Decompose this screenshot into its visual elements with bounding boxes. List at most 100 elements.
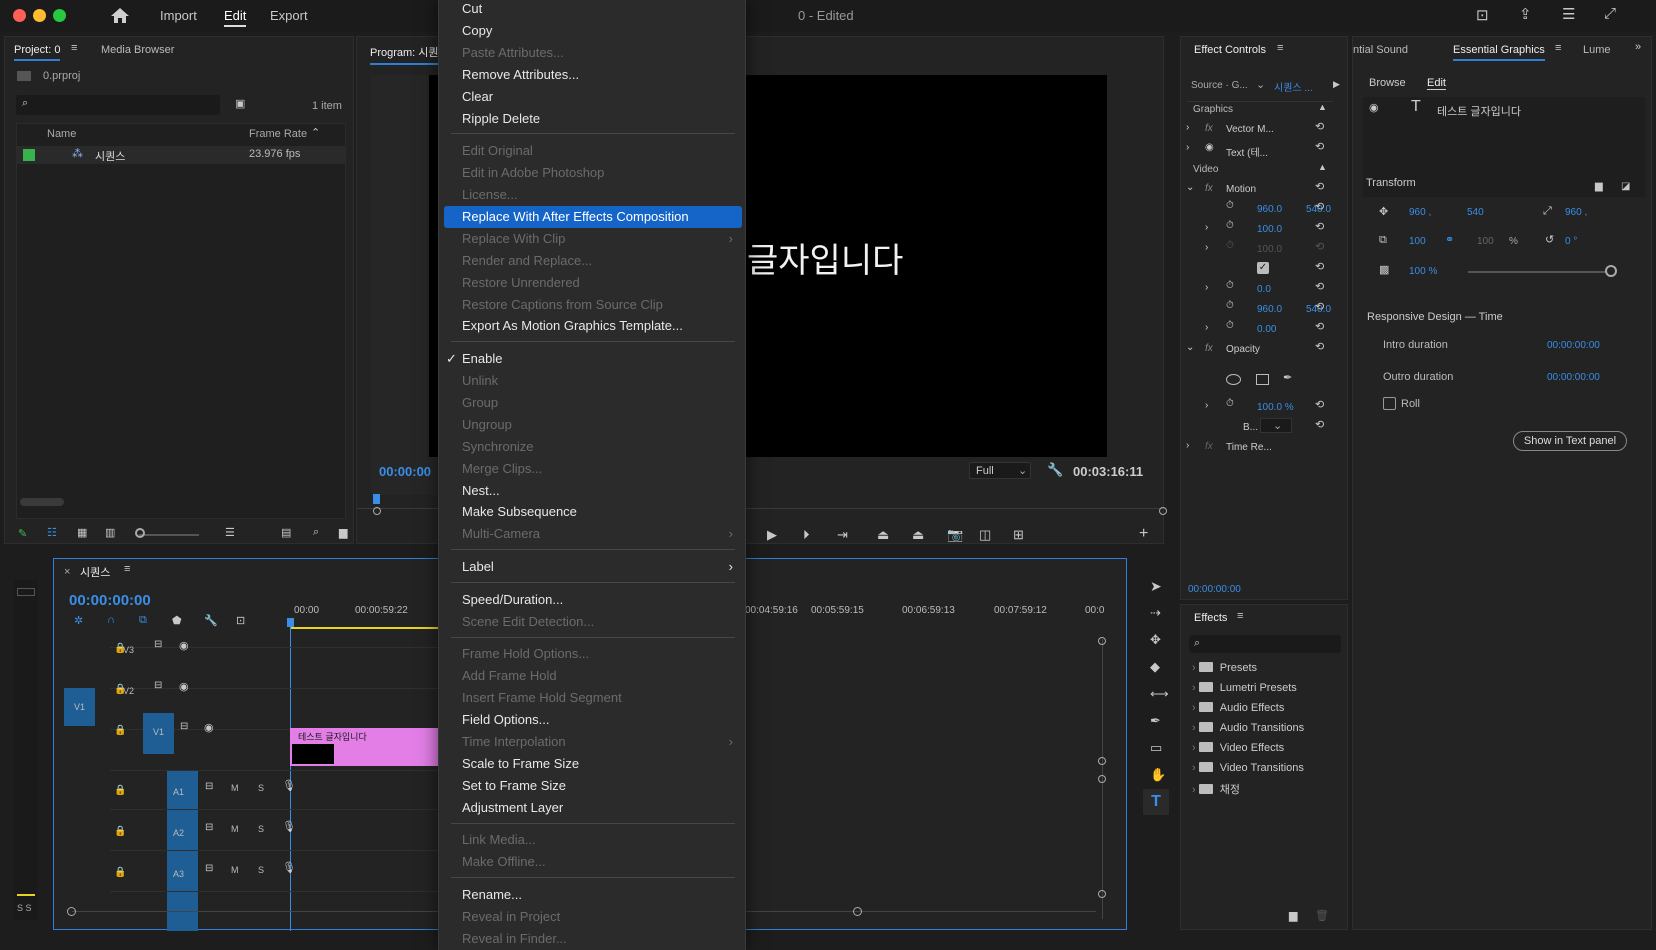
menu-item-make-offline[interactable]: Make Offline... [439,851,747,873]
new-bin-bottom-icon[interactable]: ▆ [339,526,347,539]
eye-icon[interactable]: ◉ [204,721,214,734]
selection-tool-icon[interactable]: ➤ [1150,578,1162,595]
new-bin-icon[interactable]: ▆ [1289,909,1297,922]
effects-search-input[interactable]: ⌕ [1189,635,1341,653]
program-playhead-timecode[interactable]: 00:00:00 [379,464,431,479]
eye-icon[interactable]: ◉ [179,639,189,652]
nav-export[interactable]: Export [270,8,308,23]
stopwatch-icon[interactable]: ⏱ [1226,320,1234,331]
opacity-slider[interactable] [1468,271,1608,273]
column-name[interactable]: Name [47,128,76,140]
effects-item-video-transitions[interactable]: › Video Transitions [1192,762,1304,774]
reset-icon[interactable]: ⟲ [1315,398,1324,411]
menu-item-frame-hold-options[interactable]: Frame Hold Options... [439,643,747,665]
find-icon[interactable]: ⌕ [313,526,319,539]
pen-mask-icon[interactable]: ✒ [1283,371,1292,384]
eg-position-y[interactable]: 540 [1467,207,1484,218]
minimize-window-button[interactable] [33,9,46,22]
collapse-icon[interactable]: ▲ [1318,102,1327,112]
layer-name[interactable]: 테스트 글자입니다 [1437,103,1521,119]
menu-item-link-media[interactable]: Link Media... [439,829,747,851]
menu-item-remove-attributes[interactable]: Remove Attributes... [439,64,747,86]
menu-item-restore-unrendered[interactable]: Restore Unrendered [439,272,747,294]
eye-icon[interactable]: ◉ [179,680,189,693]
mute-button[interactable]: M [231,783,239,793]
menu-item-add-frame-hold[interactable]: Add Frame Hold [439,665,747,687]
v-scroll-handle[interactable] [1098,637,1106,645]
resolution-select[interactable]: Full ⌄ [969,462,1031,479]
reset-icon[interactable]: ⟲ [1315,180,1324,193]
menu-item-license[interactable]: License... [439,184,747,206]
lock-icon[interactable]: 🔒 [114,725,126,736]
browse-tab[interactable]: Browse [1369,77,1406,89]
tab-effect-controls[interactable]: Effect Controls [1194,44,1266,56]
chevron-down-icon[interactable]: ⌄ [1186,182,1194,193]
zoom-window-button[interactable] [53,9,66,22]
menu-item-cut[interactable]: Cut [439,0,747,20]
wrench-icon[interactable]: 🔧 [1047,462,1063,478]
chevron-right-icon[interactable]: › [1205,322,1208,333]
delete-icon[interactable]: 🗑 [1315,909,1329,922]
source-label[interactable]: Source · G... [1191,80,1248,91]
new-group-icon[interactable]: ▆ [1595,181,1603,192]
timeline-timecode[interactable]: 00:00:00:00 [69,592,151,609]
project-scrollbar[interactable] [20,498,64,506]
scale-value[interactable]: 100.0 [1257,224,1282,235]
menu-item-speed-duration[interactable]: Speed/Duration... [439,589,747,611]
ellipse-mask-icon[interactable] [1226,374,1241,385]
tab-essential-graphics[interactable]: Essential Graphics [1453,44,1545,61]
effects-item-video-effects[interactable]: › Video Effects [1192,742,1284,754]
position-x-value[interactable]: 960.0 [1257,204,1282,215]
film-icon[interactable]: ⊟ [205,781,213,792]
comparison-view-icon[interactable]: ◫ [979,527,991,543]
menu-item-field-options[interactable]: Field Options... [439,709,747,731]
fx-icon[interactable]: fx [1205,441,1213,452]
fx-icon[interactable]: fx [1205,343,1213,354]
extract-icon[interactable]: ⏏ [912,527,924,543]
multicam-icon[interactable]: ⊞ [1013,527,1024,543]
menu-item-ripple-delete[interactable]: Ripple Delete [439,108,747,130]
rotation-value[interactable]: 0.0 [1257,284,1271,295]
roll-checkbox[interactable] [1383,397,1396,410]
panel-menu-icon[interactable]: ≡ [1555,42,1561,54]
effects-item-audio-transitions[interactable]: › Audio Transitions [1192,722,1304,734]
tab-effects[interactable]: Effects [1194,612,1227,624]
reset-icon[interactable]: ⟲ [1315,340,1324,353]
intro-duration-value[interactable]: 00:00:00:00 [1547,340,1600,351]
chevron-right-icon[interactable]: › [1186,122,1189,133]
menu-item-ungroup[interactable]: Ungroup [439,414,747,436]
menu-item-reveal-in-project[interactable]: Reveal in Project [439,906,747,928]
menu-item-time-interpolation[interactable]: Time Interpolation › [439,731,747,753]
reset-icon[interactable]: ⟲ [1315,418,1324,431]
blend-mode-select[interactable]: ⌄ [1260,418,1292,433]
tab-lumetri[interactable]: Lume [1583,44,1611,56]
outro-duration-value[interactable]: 00:00:00:00 [1547,372,1600,383]
export-frame-icon[interactable]: 📷 [947,527,963,543]
menu-item-scene-edit-detection[interactable]: Scene Edit Detection... [439,611,747,633]
chevron-right-icon[interactable]: › [1205,222,1208,233]
menu-item-edit-in-adobe-photoshop[interactable]: Edit in Adobe Photoshop [439,162,747,184]
playhead-handle[interactable] [287,618,294,627]
show-in-text-panel-button[interactable]: Show in Text panel [1513,431,1627,451]
new-layer-icon[interactable]: ◪ [1621,181,1630,192]
microphone-icon[interactable]: 🎙 [282,861,296,874]
h-scroll-handle[interactable] [67,907,76,916]
chevron-right-icon[interactable]: › [1186,440,1189,451]
anchor-x-value[interactable]: 960.0 [1257,304,1282,315]
effect-controls-timecode[interactable]: 00:00:00:00 [1188,584,1241,595]
type-tool-icon[interactable]: T [1143,789,1169,815]
menu-item-group[interactable]: Group [439,392,747,414]
menu-item-replace-with-clip[interactable]: Replace With Clip › [439,228,747,250]
write-icon[interactable]: ✎ [18,527,27,540]
freeform-view-icon[interactable]: ▥ [105,526,115,539]
stopwatch-icon[interactable]: ⏱ [1226,300,1234,311]
share-icon[interactable]: ⇪ [1519,5,1532,23]
zoom-slider-handle[interactable] [135,528,145,538]
sort-ascending-icon[interactable]: ⌃ [311,126,320,139]
eye-icon[interactable]: ◉ [1369,101,1379,114]
menu-item-unlink[interactable]: Unlink [439,370,747,392]
mute-button[interactable]: M [231,824,239,834]
reset-icon[interactable]: ⟲ [1315,240,1324,253]
effects-item-audio-effects[interactable]: › Audio Effects [1192,702,1284,714]
lock-icon[interactable]: 🔒 [114,867,126,878]
